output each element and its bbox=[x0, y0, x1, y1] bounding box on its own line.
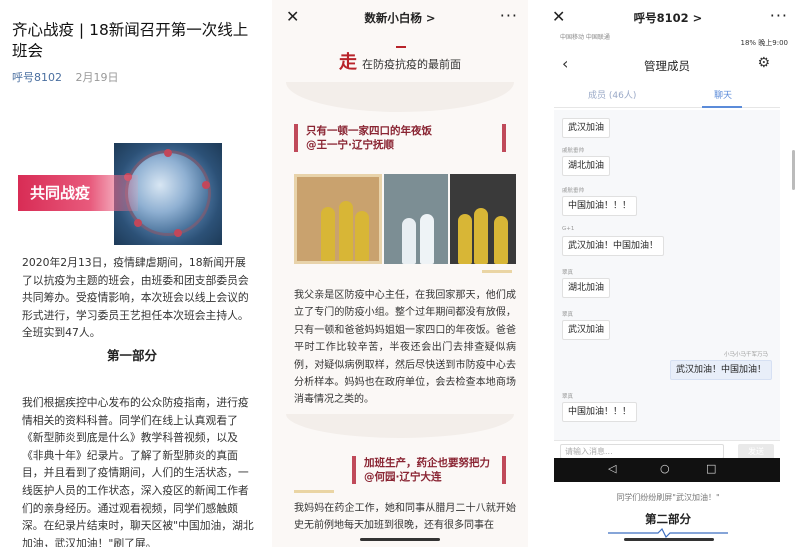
quote-text-2: 加班生产，药企也要努把力 @何园·辽宁大连 bbox=[364, 456, 490, 484]
heartbeat-divider-icon bbox=[608, 528, 728, 538]
story-paragraph-1: 我父亲是区防疫中心主任，在我回家那天，他们成立了专门的防疫小组。整个过年期间都没… bbox=[294, 290, 516, 406]
article-paragraph-2: 我们根据疾控中心发布的公众防疫指南，进行疫情相关的资料科普。同学们在线上认真观看… bbox=[22, 396, 254, 547]
virus-spike bbox=[134, 219, 142, 227]
chat-message: 中国加油！！！ bbox=[562, 402, 638, 422]
chat-sender: 翠真 bbox=[562, 312, 574, 318]
quote-block-2: 加班生产，药企也要努把力 @何园·辽宁大连 bbox=[294, 456, 506, 484]
worker-figure bbox=[494, 216, 508, 264]
active-tab-indicator bbox=[702, 106, 742, 108]
tab-members[interactable]: 成员 (46人) bbox=[588, 88, 636, 101]
quote-text-1: 只有一顿一家四口的年夜饭 @王一宁·辽宁抚顺 bbox=[306, 124, 432, 152]
worker-figure bbox=[474, 208, 488, 264]
banner: 共同战疫 bbox=[18, 175, 138, 211]
story-heading: 走 在防疫抗疫的最前面 bbox=[272, 46, 528, 74]
chat-sender: 小马小马千军万马 bbox=[723, 352, 768, 358]
home-indicator bbox=[624, 538, 714, 541]
more-icon[interactable]: ··· bbox=[500, 6, 518, 25]
chat-sender: 翠真 bbox=[562, 394, 574, 400]
quote-line: 加班生产，药企也要努把力 bbox=[364, 457, 490, 469]
section-heading-2: 第二部分 bbox=[645, 512, 691, 526]
chat-message: 湖北加油 bbox=[562, 278, 611, 298]
publish-date: 2月19日 bbox=[75, 71, 119, 84]
article-panel: 齐心战疫 | 18新闻召开第一次线上班会 呼号8102 2月19日 共同战疫 2… bbox=[0, 0, 264, 547]
chat-message: 武汉加油 bbox=[562, 320, 611, 340]
back-triangle-icon[interactable]: ◁ bbox=[608, 462, 616, 475]
chat-message: 湖北加油 bbox=[562, 156, 611, 176]
chat-header-title: 管理成员 bbox=[644, 59, 690, 73]
carrier-text: 中国移动 中国联通 bbox=[560, 34, 610, 41]
chat-message: 中国加油！！！ bbox=[562, 196, 638, 216]
chat-list: 武汉加油 戚航垂帅 湖北加油 戚航垂帅 中国加油！！！ G+1 武汉加油！中国加… bbox=[554, 110, 780, 440]
worker-figure bbox=[458, 214, 472, 264]
battery-time: 18% 晚上9:00 bbox=[740, 39, 788, 47]
top-bar: ✕ 数新小白杨 > ··· bbox=[272, 0, 528, 36]
image-caption: 同学们纷纷刷屏"武汉加油！" bbox=[616, 493, 720, 502]
quote-author: @何园·辽宁大连 bbox=[364, 471, 442, 483]
home-circle-icon[interactable]: ○ bbox=[660, 462, 670, 475]
quote-author: @王一宁·辽宁抚顺 bbox=[306, 139, 394, 151]
send-button[interactable]: 发送 bbox=[738, 444, 774, 459]
message-input[interactable]: 请输入消息... bbox=[560, 444, 724, 459]
virus-spike bbox=[174, 229, 182, 237]
article-paragraph-1: 2020年2月13日，疫情肆虐期间，18新闻开展了以抗疫为主题的班会，由班委和团… bbox=[22, 256, 249, 340]
heading-text: 在防疫抗疫的最前面 bbox=[362, 58, 462, 71]
chat-message-mine: 武汉加油！中国加油！ bbox=[669, 360, 772, 380]
banner-text: 共同战疫 bbox=[30, 184, 91, 202]
virus-spike bbox=[202, 181, 210, 189]
chat-sender: 戚航垂帅 bbox=[562, 188, 585, 194]
chat-sender: G+1 bbox=[562, 226, 575, 232]
virus-spike bbox=[164, 149, 172, 157]
quote-line: 只有一顿一家四口的年夜饭 bbox=[306, 125, 432, 137]
story-paragraph-2: 我妈妈在药企工作，她和同事从腊月二十八就开始史无前例地每天加班到很晚，还有很多同… bbox=[294, 503, 516, 532]
article-title: 齐心战疫 | 18新闻召开第一次线上班会 bbox=[12, 21, 249, 60]
worker-figure bbox=[355, 211, 369, 261]
top-bar: ✕ 呼号8102 > ··· bbox=[538, 0, 798, 36]
tab-bar: 成员 (46人) 聊天 bbox=[554, 86, 780, 108]
account-title[interactable]: 呼号8102 > bbox=[538, 10, 798, 26]
chat-message: 武汉加油 bbox=[562, 118, 611, 138]
android-nav-bar: ◁ ○ □ bbox=[554, 458, 780, 482]
quote-bracket-left bbox=[352, 456, 356, 484]
quote-bracket-right bbox=[502, 456, 506, 484]
quote-block-1: 只有一顿一家四口的年夜饭 @王一宁·辽宁抚顺 bbox=[294, 124, 506, 152]
quote-bracket-right bbox=[502, 124, 506, 152]
recents-square-icon[interactable]: □ bbox=[706, 462, 716, 475]
scrollbar[interactable] bbox=[792, 150, 795, 190]
worker-figure bbox=[321, 207, 335, 261]
phone-screen: ‹ 管理成员 ⚙ 成员 (46人) 聊天 武汉加油 戚航垂帅 湖北加油 戚航垂帅… bbox=[554, 48, 780, 482]
worker-figure bbox=[339, 201, 353, 261]
chat-header: ‹ 管理成员 ⚙ bbox=[554, 48, 780, 82]
chat-sender: 戚航垂帅 bbox=[562, 148, 585, 154]
deco-line bbox=[482, 270, 512, 273]
section-heading-1: 第一部分 bbox=[106, 348, 157, 363]
account-link[interactable]: 呼号8102 bbox=[12, 71, 62, 84]
message-input-bar: 请输入消息... 发送 bbox=[554, 440, 780, 460]
cloud-divider bbox=[286, 414, 514, 438]
gear-icon[interactable]: ⚙ bbox=[757, 55, 770, 71]
screenshot-collage: 齐心战疫 | 18新闻召开第一次线上班会 呼号8102 2月19日 共同战疫 2… bbox=[0, 0, 798, 547]
chat-sender: 翠真 bbox=[562, 270, 574, 276]
heading-accent bbox=[396, 46, 406, 48]
worker-figure bbox=[420, 214, 434, 264]
account-title[interactable]: 数新小白杨 > bbox=[272, 10, 528, 26]
quote-bracket-left bbox=[294, 124, 298, 152]
home-indicator bbox=[360, 538, 440, 541]
more-icon[interactable]: ··· bbox=[770, 6, 788, 25]
photo-1 bbox=[294, 174, 382, 264]
article-meta: 呼号8102 2月19日 bbox=[12, 69, 119, 85]
deco-line bbox=[294, 490, 334, 493]
story-panel: ✕ 数新小白杨 > ··· 走 在防疫抗疫的最前面 只有一顿一家四口的年夜饭 @… bbox=[272, 0, 528, 547]
chat-message: 武汉加油！中国加油！ bbox=[562, 236, 665, 256]
photo-3 bbox=[450, 174, 516, 264]
heading-big-char: 走 bbox=[338, 52, 357, 73]
status-bar: 中国移动 中国联通 18% 晚上9:00 bbox=[560, 34, 792, 48]
cloud-divider bbox=[286, 82, 514, 112]
tab-chat[interactable]: 聊天 bbox=[714, 88, 732, 101]
chat-screenshot-panel: ✕ 呼号8102 > ··· 中国移动 中国联通 18% 晚上9:00 ‹ 管理… bbox=[538, 0, 798, 547]
worker-figure bbox=[402, 218, 416, 264]
photo-2 bbox=[384, 174, 448, 264]
